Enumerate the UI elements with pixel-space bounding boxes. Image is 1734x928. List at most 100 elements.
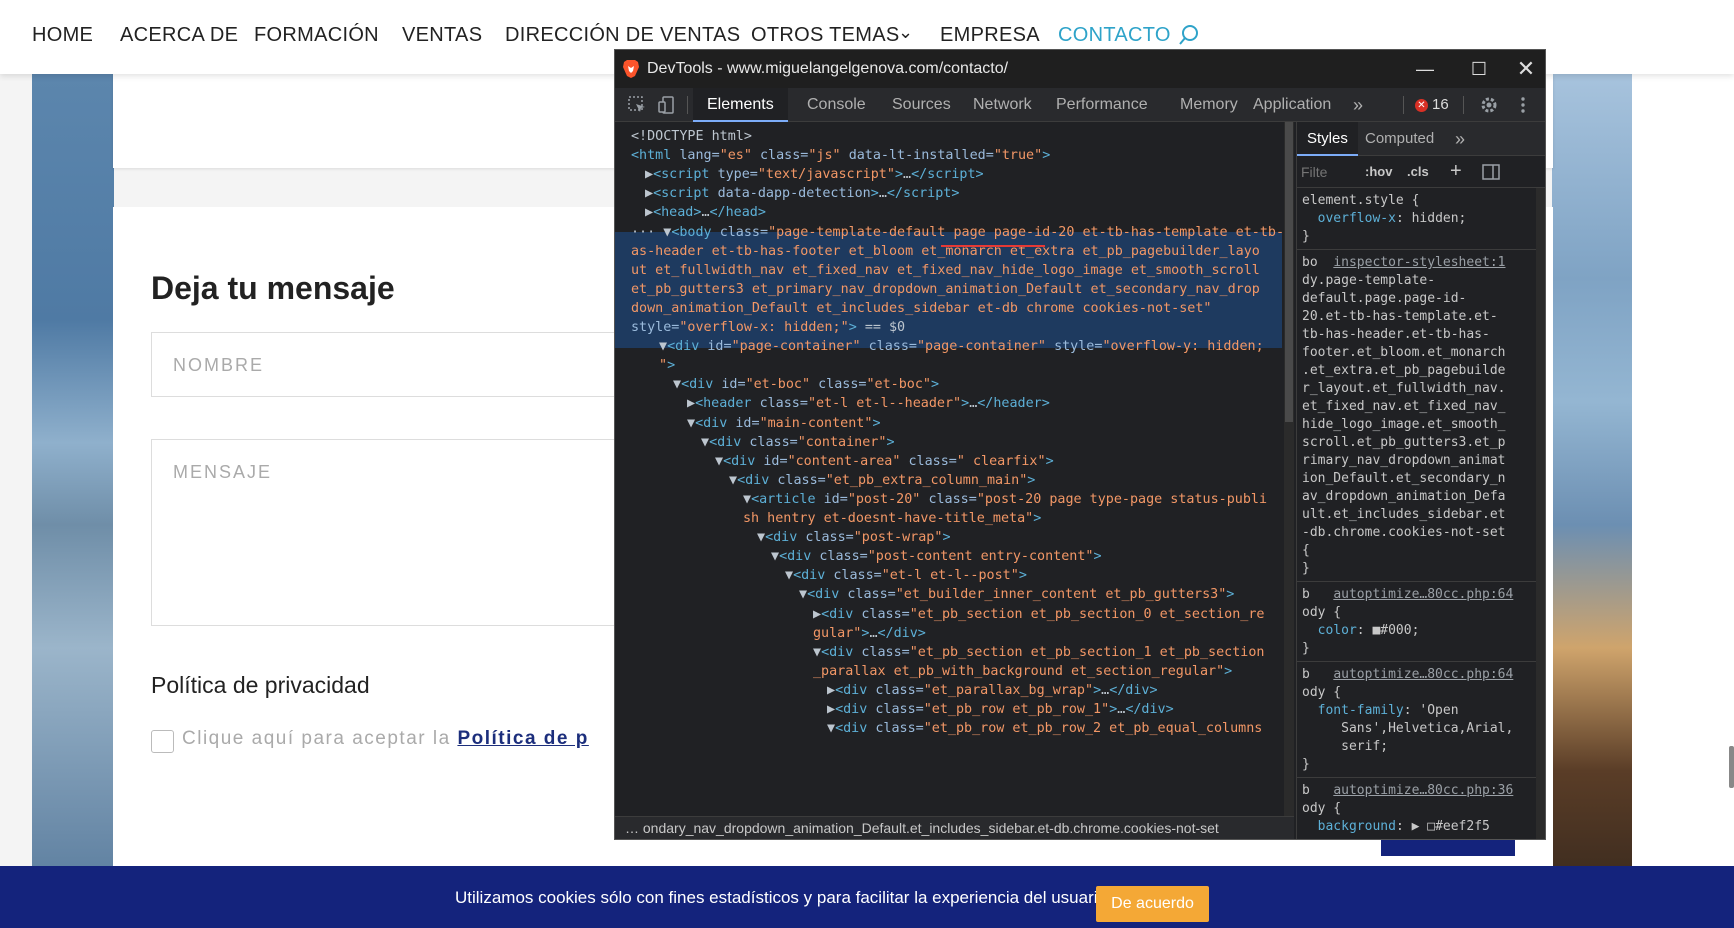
dom-line[interactable]: ▼<div id="page-container" class="page-co… xyxy=(659,337,1264,357)
error-count-badge[interactable]: ✕ 16 xyxy=(1415,96,1449,113)
nav-contacto[interactable]: CONTACTO xyxy=(1058,24,1171,47)
css-line[interactable]: background: ▶ □#eef2f5 xyxy=(1302,818,1490,836)
styles-filter-input[interactable] xyxy=(1301,161,1351,183)
css-line[interactable]: tb-has-header.et-tb-has- xyxy=(1302,326,1490,344)
dom-line[interactable]: gular">…</div> xyxy=(813,624,926,644)
hover-state-toggle[interactable]: :hov xyxy=(1365,164,1392,179)
nav-empresa[interactable]: EMPRESA xyxy=(940,24,1040,47)
css-line[interactable]: default.page.page-id- xyxy=(1302,290,1466,308)
css-line[interactable]: { xyxy=(1302,542,1310,560)
dom-line[interactable]: style="overflow-x: hidden;"> == $0 xyxy=(631,318,905,338)
css-line[interactable]: ody { xyxy=(1302,800,1341,818)
elements-scrollbar[interactable] xyxy=(1284,122,1294,816)
css-line[interactable]: b autoptimize…80cc.php:64 xyxy=(1302,586,1513,604)
devtools-titlebar[interactable]: DevTools - www.miguelangelgenova.com/con… xyxy=(615,50,1545,88)
nav-acerca-de[interactable]: ACERCA DE xyxy=(120,24,238,47)
minimize-icon[interactable]: — xyxy=(1407,54,1443,84)
css-line[interactable]: } xyxy=(1302,756,1310,774)
dom-line[interactable]: ▼<div class="et_builder_inner_content et… xyxy=(799,585,1234,605)
dom-line[interactable]: ▶<script type="text/javascript">…</scrip… xyxy=(645,165,984,185)
css-line[interactable]: -db.chrome.cookies-not-set xyxy=(1302,524,1506,542)
dom-line[interactable]: ▶<div class="et_pb_row et_pb_row_1">…</d… xyxy=(827,700,1174,720)
css-line[interactable]: b autoptimize…80cc.php:64 xyxy=(1302,666,1513,684)
dom-line[interactable]: ▼<div class="et-l et-l--post"> xyxy=(785,566,1027,586)
css-line[interactable]: av_dropdown_animation_Defa xyxy=(1302,488,1506,506)
css-line[interactable]: } xyxy=(1302,640,1310,658)
dom-line[interactable]: ▼<article id="post-20" class="post-20 pa… xyxy=(743,490,1267,510)
tab-computed[interactable]: Computed xyxy=(1365,122,1434,156)
inspect-element-icon[interactable] xyxy=(627,95,647,115)
privacy-policy-link[interactable]: Política de p xyxy=(457,728,588,749)
dom-line[interactable]: ▼<div class="post-content entry-content"… xyxy=(771,547,1102,567)
css-line[interactable]: ody { xyxy=(1302,604,1341,622)
page-scrollbar[interactable] xyxy=(1729,746,1734,788)
breadcrumb-more[interactable]: … xyxy=(625,820,639,836)
css-line[interactable]: rimary_nav_dropdown_animat xyxy=(1302,452,1506,470)
kebab-menu-icon[interactable] xyxy=(1513,95,1533,115)
tab-elements[interactable]: Elements xyxy=(693,88,788,122)
dom-line[interactable]: ▼<div class="et_pb_section et_pb_section… xyxy=(813,643,1264,663)
dom-line[interactable]: ▼<div class="post-wrap"> xyxy=(757,528,951,548)
dom-line[interactable]: ▼<div id="content-area" class=" clearfix… xyxy=(715,452,1054,472)
dom-line[interactable]: ▼<div class="et_pb_row et_pb_row_2 et_pb… xyxy=(827,719,1262,739)
more-tabs-icon[interactable]: » xyxy=(1353,88,1363,122)
css-line[interactable]: } xyxy=(1302,228,1310,246)
dom-line[interactable]: ▶<div class="et_pb_section et_pb_section… xyxy=(813,605,1264,625)
dom-line[interactable]: <!DOCTYPE html> xyxy=(631,127,752,147)
dom-line[interactable]: ··· ▼<body class="page-template-default … xyxy=(631,223,1282,243)
breadcrumb-path[interactable]: ondary_nav_dropdown_animation_Default.et… xyxy=(643,820,1219,836)
gear-icon[interactable] xyxy=(1479,95,1499,115)
search-icon[interactable] xyxy=(1178,24,1200,46)
nav-home[interactable]: HOME xyxy=(32,24,93,47)
css-line[interactable]: color: ■#000; xyxy=(1302,622,1420,640)
nav-direccion-de-ventas[interactable]: DIRECCIÓN DE VENTAS xyxy=(505,24,740,47)
tab-application[interactable]: Application xyxy=(1253,88,1331,122)
tab-network[interactable]: Network xyxy=(973,88,1032,122)
dom-line[interactable]: ▼<div class="container"> xyxy=(701,433,895,453)
dom-line[interactable]: ▼<div id="et-boc" class="et-boc"> xyxy=(673,375,939,395)
dom-line[interactable]: "> xyxy=(659,356,675,376)
tab-memory[interactable]: Memory xyxy=(1180,88,1238,122)
dom-line[interactable]: down_animation_Default et_includes_sideb… xyxy=(631,299,1211,319)
dom-line[interactable]: _parallax et_pb_with_background et_secti… xyxy=(813,662,1232,682)
tab-styles[interactable]: Styles xyxy=(1297,122,1358,156)
dom-line[interactable]: ▶<head>…</head> xyxy=(645,203,766,223)
more-panes-icon[interactable]: » xyxy=(1455,122,1465,156)
nav-formacion[interactable]: FORMACIÓN xyxy=(254,24,379,47)
dom-line[interactable]: et_pb_gutters3 et_primary_nav_dropdown_a… xyxy=(631,280,1260,300)
css-line[interactable]: element.style { xyxy=(1302,192,1419,210)
add-rule-icon[interactable]: + xyxy=(1450,160,1462,183)
css-line[interactable]: font-family: 'Open xyxy=(1302,702,1459,720)
css-line[interactable]: bo inspector-stylesheet:1 xyxy=(1302,254,1506,272)
chevron-down-icon[interactable]: ⌄ xyxy=(898,22,913,43)
maximize-icon[interactable]: ☐ xyxy=(1461,54,1497,84)
dom-line[interactable]: ▼<div id="main-content"> xyxy=(687,414,881,434)
css-line[interactable]: r_layout.et_fullwidth_nav. xyxy=(1302,380,1506,398)
css-line[interactable]: Sans',Helvetica,Arial, xyxy=(1302,720,1513,738)
elements-dom-tree[interactable]: <!DOCTYPE html> <html lang="es" class="js… xyxy=(615,122,1282,816)
dom-breadcrumb[interactable]: … ondary_nav_dropdown_animation_Default.… xyxy=(615,816,1294,839)
dom-line[interactable]: ▶<div class="et_parallax_bg_wrap">…</div… xyxy=(827,681,1158,701)
nav-ventas[interactable]: VENTAS xyxy=(402,24,482,47)
styles-scrollbar[interactable] xyxy=(1536,188,1545,839)
css-line[interactable]: ody { xyxy=(1302,684,1341,702)
css-line[interactable]: hide_logo_image.et_smooth_ xyxy=(1302,416,1506,434)
close-icon[interactable]: ✕ xyxy=(1508,54,1544,84)
css-line[interactable]: scroll.et_pb_gutters3.et_p xyxy=(1302,434,1506,452)
class-toggle[interactable]: .cls xyxy=(1407,164,1429,179)
dom-line[interactable]: ut et_fullwidth_nav et_fixed_nav et_fixe… xyxy=(631,261,1260,281)
dom-line[interactable]: ▶<header class="et-l et-l--header">…</he… xyxy=(687,394,1050,414)
name-input[interactable]: NOMBRE xyxy=(151,332,671,397)
dom-line[interactable]: ▼<div class="et_pb_extra_column_main"> xyxy=(729,471,1035,491)
device-toggle-icon[interactable] xyxy=(657,95,677,115)
css-line[interactable]: } xyxy=(1302,560,1310,578)
css-line[interactable]: overflow-x: hidden; xyxy=(1302,210,1467,228)
css-line[interactable]: footer.et_bloom.et_monarch xyxy=(1302,344,1506,362)
dom-line[interactable]: <html lang="es" class="js" data-lt-insta… xyxy=(631,146,1050,166)
dom-line[interactable]: ▶<script data-dapp-detection>…</script> xyxy=(645,184,959,204)
dom-line[interactable]: sh hentry et-doesnt-have-title_meta"> xyxy=(743,509,1041,529)
tab-sources[interactable]: Sources xyxy=(892,88,951,122)
cookie-accept-button[interactable]: De acuerdo xyxy=(1096,886,1209,922)
tab-performance[interactable]: Performance xyxy=(1056,88,1148,122)
tab-console[interactable]: Console xyxy=(807,88,866,122)
